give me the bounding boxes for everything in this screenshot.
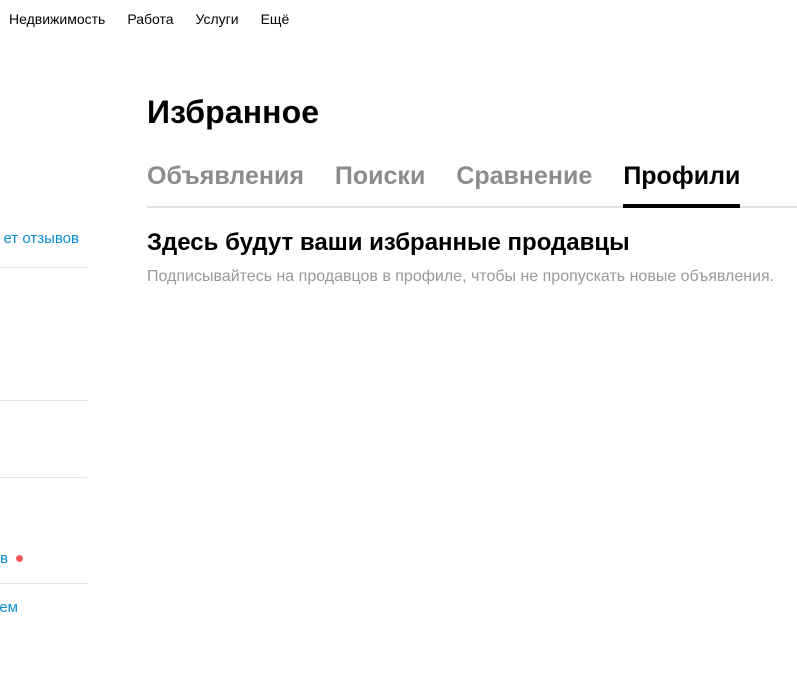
empty-state-text: Подписывайтесь на продавцов в профиле, ч… bbox=[147, 268, 775, 285]
sidebar-divider bbox=[0, 267, 87, 268]
tab-profiles[interactable]: Профили bbox=[623, 160, 741, 208]
empty-state-title: Здесь будут ваши избранные продавцы bbox=[147, 229, 630, 256]
favorites-tabs: Объявления Поиски Сравнение Профили bbox=[147, 160, 797, 208]
tab-comparison[interactable]: Сравнение bbox=[456, 160, 592, 206]
sidebar-link-label: в bbox=[0, 550, 8, 567]
sidebar-divider bbox=[0, 400, 87, 401]
tab-searches[interactable]: Поиски bbox=[335, 160, 425, 206]
sidebar-link-notifications[interactable]: в bbox=[0, 550, 23, 567]
sidebar-divider bbox=[0, 583, 87, 584]
page-title: Избранное bbox=[147, 94, 320, 130]
favorites-main: Избранное Объявления Поиски Сравнение Пр… bbox=[147, 0, 797, 700]
notification-dot-icon bbox=[16, 555, 23, 562]
page: Недвижимость Работа Услуги Ещё ет отзыво… bbox=[0, 0, 797, 700]
tab-ads[interactable]: Объявления bbox=[147, 160, 304, 206]
sidebar-link-other[interactable]: ем bbox=[0, 599, 18, 616]
profile-sidebar: ет отзывов в ем bbox=[0, 0, 87, 700]
sidebar-divider bbox=[0, 477, 87, 478]
sidebar-link-reviews[interactable]: ет отзывов bbox=[3, 230, 79, 247]
